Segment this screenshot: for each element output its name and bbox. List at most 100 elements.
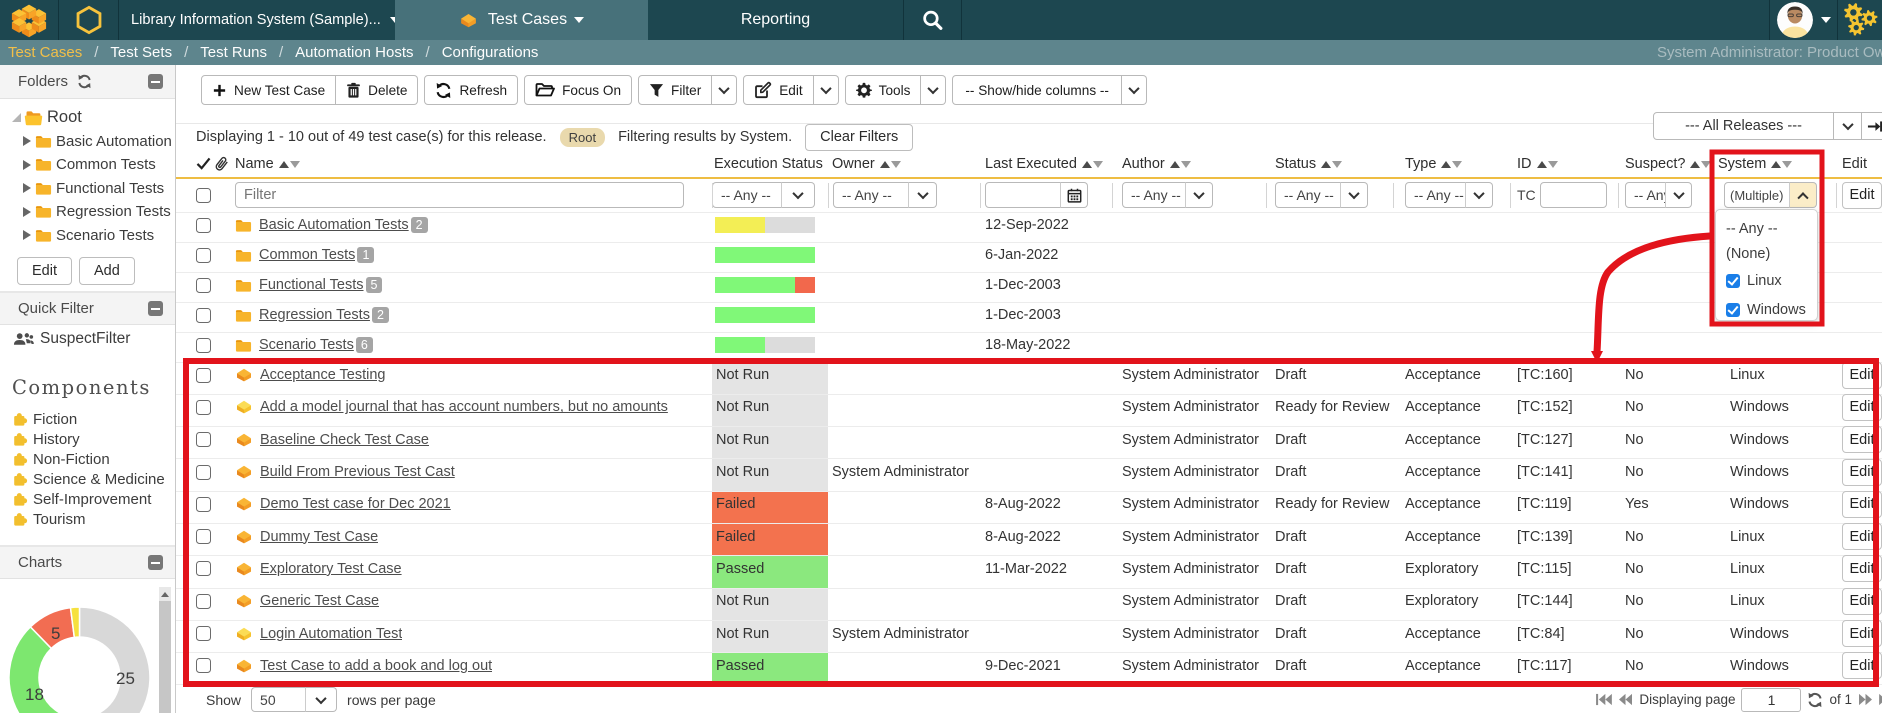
component-non-fiction[interactable]: Non-Fiction [0, 449, 175, 469]
collapse-charts-button[interactable] [148, 555, 163, 570]
component-tourism[interactable]: Tourism [0, 509, 175, 529]
edit-row-button[interactable]: Edit [1842, 491, 1882, 518]
sort-desc-icon[interactable] [1452, 161, 1462, 168]
collapsed-caret-icon[interactable] [23, 207, 31, 217]
row-checkbox[interactable] [196, 497, 211, 512]
sort-asc-icon[interactable] [1690, 161, 1700, 168]
edit-row-button[interactable]: Edit [1842, 459, 1882, 486]
sort-asc-icon[interactable] [1441, 161, 1451, 168]
row-checkbox[interactable] [196, 368, 211, 383]
tab-reporting[interactable]: Reporting [648, 0, 903, 40]
page-number-input[interactable] [1741, 688, 1801, 712]
calendar-icon[interactable] [1060, 182, 1088, 208]
global-search-button[interactable] [904, 0, 961, 40]
checked-checkbox[interactable] [1726, 274, 1740, 288]
system-option-any[interactable]: -- Any -- [1726, 216, 1817, 241]
first-page-button[interactable] [1595, 693, 1612, 706]
status-filter[interactable]: -- Any -- [1275, 182, 1368, 208]
system-option-linux[interactable]: Linux [1726, 266, 1817, 295]
sort-desc-icon[interactable] [891, 161, 901, 168]
sort-desc-icon[interactable] [1181, 161, 1191, 168]
tools-button[interactable]: Tools [845, 75, 922, 105]
column-header-owner[interactable]: Owner [828, 150, 980, 178]
expanded-caret-icon[interactable] [12, 113, 21, 122]
edit-dropdown-button[interactable] [814, 75, 839, 105]
tree-item-basic-automation[interactable]: Basic Automation Tests [0, 130, 175, 154]
component-fiction[interactable]: Fiction [0, 409, 175, 429]
chevron-down-icon[interactable] [1665, 182, 1692, 208]
tree-item-common-tests[interactable]: Common Tests [0, 153, 175, 177]
component-science-medicine[interactable]: Science & Medicine [0, 469, 175, 489]
tools-dropdown-button[interactable] [921, 75, 946, 105]
component-self-improvement[interactable]: Self-Improvement [0, 489, 175, 509]
row-checkbox[interactable] [196, 338, 211, 353]
sort-desc-icon[interactable] [1548, 161, 1558, 168]
test-case-name-link[interactable]: Demo Test case for Dec 2021 [260, 496, 451, 512]
column-header-execution-status[interactable]: Execution Status [712, 150, 828, 178]
breadcrumb-test-cases[interactable]: Test Cases [8, 44, 82, 61]
clear-filters-button[interactable]: Clear Filters [805, 124, 913, 151]
edit-row-button[interactable]: Edit [1842, 394, 1882, 421]
sort-asc-icon[interactable] [279, 161, 289, 168]
tab-test-cases[interactable]: Test Cases [395, 0, 648, 40]
system-option-none[interactable]: (None) [1726, 241, 1817, 266]
folder-name-link[interactable]: Regression Tests [259, 307, 370, 323]
collapsed-caret-icon[interactable] [23, 183, 31, 193]
focus-on-button[interactable]: Focus On [524, 75, 632, 105]
row-checkbox[interactable] [196, 529, 211, 544]
test-case-name-link[interactable]: Add a model journal that has account num… [260, 399, 668, 415]
chevron-up-icon[interactable] [1789, 182, 1817, 208]
breadcrumb-test-runs[interactable]: Test Runs [200, 44, 267, 61]
test-case-name-link[interactable]: Build From Previous Test Cast [260, 464, 455, 480]
edit-row-button[interactable]: Edit [1842, 362, 1882, 389]
row-checkbox[interactable] [196, 308, 211, 323]
system-option-windows[interactable]: Windows [1726, 295, 1817, 324]
test-case-name-link[interactable]: Generic Test Case [260, 593, 379, 609]
sort-desc-icon[interactable] [1093, 161, 1103, 168]
checked-checkbox[interactable] [1726, 303, 1740, 317]
sort-desc-icon[interactable] [1782, 161, 1792, 168]
test-case-name-link[interactable]: Exploratory Test Case [260, 561, 402, 577]
system-filter[interactable]: (Multiple) [1724, 182, 1817, 208]
column-header-name[interactable]: Name [235, 150, 712, 178]
last-executed-filter[interactable] [985, 182, 1088, 208]
sort-asc-icon[interactable] [1537, 161, 1547, 168]
user-profile-menu[interactable] [1770, 0, 1837, 40]
column-header-author[interactable]: Author [1112, 150, 1266, 178]
scrollbar-thumb[interactable] [159, 601, 171, 713]
author-filter[interactable]: -- Any -- [1122, 182, 1213, 208]
sort-asc-icon[interactable] [1170, 161, 1180, 168]
page-size-select[interactable]: 50 [251, 687, 337, 712]
chevron-down-icon[interactable] [1185, 182, 1213, 208]
folder-add-button[interactable]: Add [79, 257, 135, 285]
row-checkbox[interactable] [196, 626, 211, 641]
filter-dropdown-button[interactable] [712, 75, 737, 105]
row-checkbox[interactable] [196, 658, 211, 673]
test-case-name-link[interactable]: Login Automation Test [260, 626, 402, 642]
chevron-down-icon[interactable] [781, 182, 815, 208]
row-checkbox[interactable] [196, 278, 211, 293]
column-header-suspect[interactable]: Suspect? [1618, 150, 1712, 178]
release-select[interactable]: --- All Releases --- [1653, 112, 1834, 140]
folder-name-link[interactable]: Scenario Tests [259, 337, 354, 353]
row-checkbox[interactable] [196, 465, 211, 480]
filter-button[interactable]: Filter [638, 75, 712, 105]
show-hide-columns-dropdown-button[interactable] [1122, 75, 1147, 105]
sort-desc-icon[interactable] [1332, 161, 1342, 168]
tree-item-regression-tests[interactable]: Regression Tests [0, 200, 175, 224]
column-header-status[interactable]: Status [1266, 150, 1393, 178]
edit-row-button[interactable]: Edit [1842, 620, 1882, 647]
edit-row-button[interactable]: Edit [1842, 523, 1882, 550]
breadcrumb-configurations[interactable]: Configurations [442, 44, 539, 61]
folder-edit-button[interactable]: Edit [17, 257, 72, 285]
sort-asc-icon[interactable] [880, 161, 890, 168]
chevron-down-icon[interactable] [305, 687, 337, 712]
select-all-checkbox[interactable] [196, 188, 211, 203]
breadcrumb-test-sets[interactable]: Test Sets [110, 44, 172, 61]
column-header-type[interactable]: Type [1393, 150, 1510, 178]
suspect-filter[interactable]: -- Any -- [1625, 182, 1692, 208]
collapsed-caret-icon[interactable] [23, 160, 31, 170]
row-checkbox[interactable] [196, 218, 211, 233]
test-case-name-link[interactable]: Acceptance Testing [260, 367, 385, 383]
row-checkbox[interactable] [196, 561, 211, 576]
